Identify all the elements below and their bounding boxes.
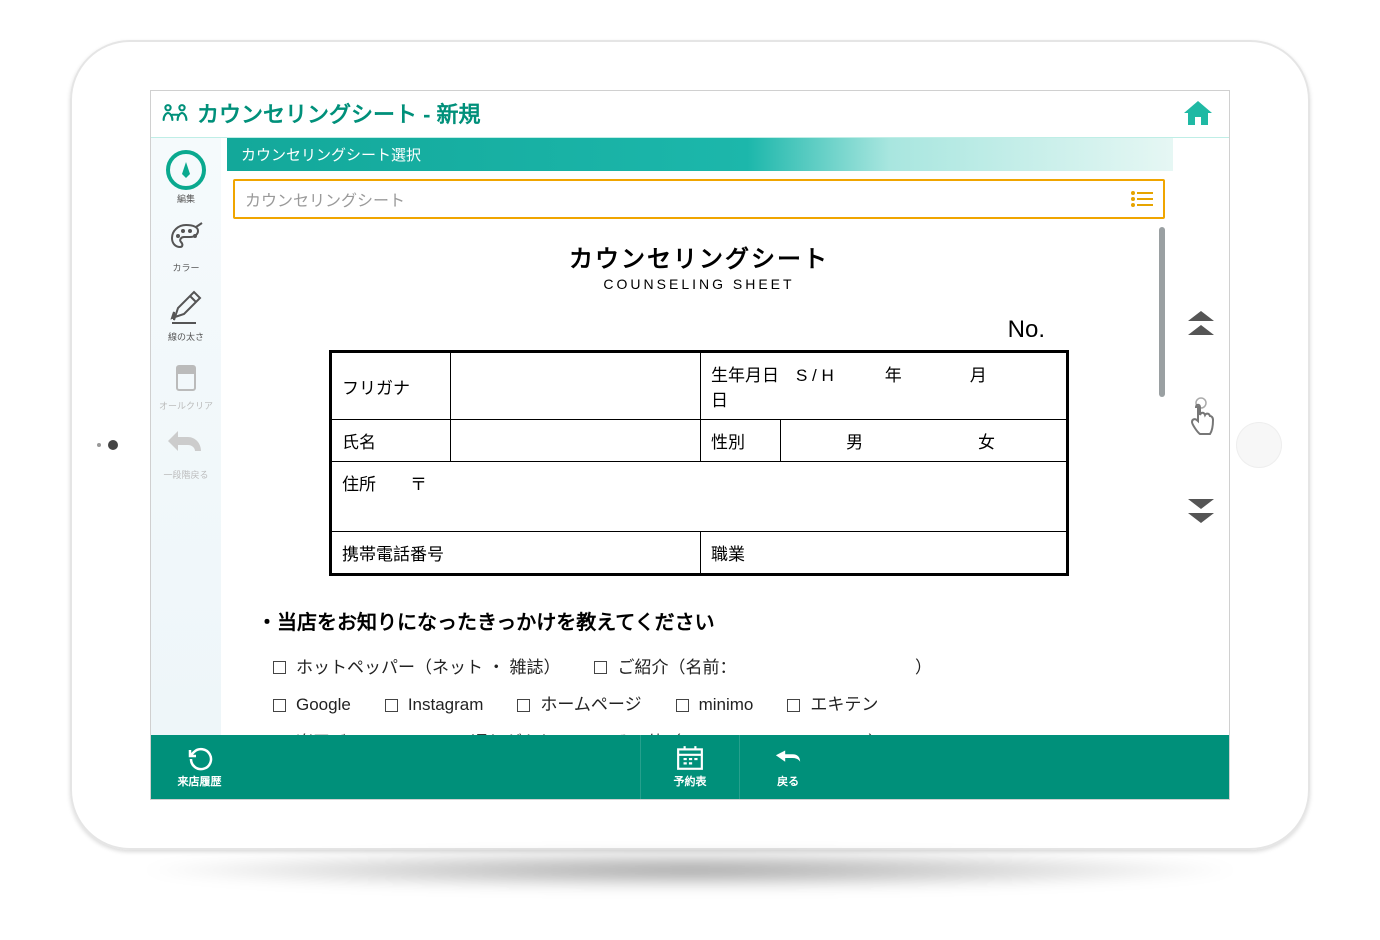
question-1-title: ・当店をお知りになったきっかけを教えてください (257, 606, 1165, 635)
list-icon (1131, 190, 1153, 208)
page-title: カウンセリングシート - 新規 (197, 97, 481, 129)
bottom-calendar[interactable]: 予約表 (640, 735, 738, 799)
bottom-back[interactable]: 戻る (739, 735, 837, 799)
tablet-home-button[interactable] (1236, 422, 1282, 468)
cell-phone[interactable]: 携帯電話番号 (331, 532, 701, 575)
choice-walkby[interactable]: 通りがかり (448, 724, 556, 735)
tool-thickness[interactable]: 線の太さ (151, 284, 221, 349)
bottom-calendar-label: 予約表 (674, 773, 707, 789)
scroll-down-icon[interactable] (1186, 497, 1216, 523)
home-icon[interactable] (1181, 98, 1215, 128)
bottom-back-label: 戻る (777, 773, 799, 789)
choice-referral[interactable]: ご紹介（名前： ） (594, 649, 932, 686)
tablet-frame: カウンセリングシート - 新規 編集 カラー 線の太さ (70, 40, 1310, 850)
sheet-selector-value: カウンセリングシート (245, 187, 405, 211)
gender-female[interactable]: 女 (923, 428, 1050, 453)
scroll-controls (1173, 138, 1229, 735)
choice-instagram[interactable]: Instagram (385, 686, 484, 723)
cell-name-value[interactable] (451, 420, 701, 462)
section-header: カウンセリングシート選択 (227, 138, 1173, 171)
sheet-no-label: No. (233, 316, 1165, 344)
choice-other[interactable]: その他（ ） (590, 724, 885, 735)
choice-homepage[interactable]: ホームページ (517, 686, 641, 723)
undo-icon (168, 431, 204, 461)
question-1-choices: ホットペッパー（ネット ・ 雑誌） ご紹介（名前： ） Google Insta… (233, 649, 1165, 735)
choice-ekiten[interactable]: エキテン (787, 686, 878, 723)
history-icon (186, 745, 214, 771)
tool-undo[interactable]: 一段階戻る (151, 422, 221, 487)
tap-hand-icon[interactable] (1184, 397, 1218, 437)
tool-allclear-label: オールクリア (159, 399, 213, 412)
cell-name-label: 氏名 (331, 420, 451, 462)
choice-rakuten[interactable]: 楽天ビューティ (273, 724, 414, 735)
cell-furigana-label: フリガナ (331, 352, 451, 420)
scroll-up-icon[interactable] (1186, 311, 1216, 337)
counseling-icon (161, 101, 189, 125)
cell-gender-value[interactable]: 男 女 (781, 420, 1068, 462)
cell-birth[interactable]: 生年月日 S / H 年 月 日 (701, 352, 1068, 420)
cell-furigana-value[interactable] (451, 352, 701, 420)
cell-job[interactable]: 職業 (701, 532, 1068, 575)
sheet-selector[interactable]: カウンセリングシート (233, 179, 1165, 219)
tool-undo-label: 一段階戻る (163, 468, 208, 481)
cell-gender-label: 性別 (701, 420, 781, 462)
cell-address[interactable]: 住所 〒 (331, 462, 1068, 532)
gender-male[interactable]: 男 (791, 428, 918, 453)
tool-color[interactable]: カラー (151, 215, 221, 280)
choice-minimo[interactable]: minimo (676, 686, 754, 723)
app-screen: カウンセリングシート - 新規 編集 カラー 線の太さ (150, 90, 1230, 800)
bottom-history[interactable]: 来店履歴 (151, 735, 248, 799)
calendar-icon (676, 745, 704, 771)
choice-hotpepper[interactable]: ホットペッパー（ネット ・ 雑誌） (273, 649, 560, 686)
tool-edit-label: 編集 (177, 192, 195, 205)
tool-allclear[interactable]: オールクリア (151, 353, 221, 418)
back-arrow-icon (774, 745, 802, 771)
left-toolbar: 編集 カラー 線の太さ オールクリア 一段階戻る (151, 138, 221, 735)
customer-info-table: フリガナ 生年月日 S / H 年 月 日 氏名 性別 男 (329, 350, 1069, 576)
sheet-title-ja: カウンセリングシート (233, 239, 1165, 274)
sheet-viewport[interactable]: カウンセリングシート COUNSELING SHEET No. フリガナ 生年月… (233, 225, 1165, 735)
main-content: カウンセリングシート選択 カウンセリングシート カウンセリングシート COUNS… (221, 138, 1173, 735)
palette-icon (166, 219, 206, 259)
pencil-icon (168, 290, 204, 326)
page-title-group: カウンセリングシート - 新規 (161, 97, 481, 129)
tool-color-label: カラー (172, 261, 199, 274)
tablet-camera (108, 440, 118, 450)
sheet-title-en: COUNSELING SHEET (233, 276, 1165, 292)
tool-edit[interactable]: 編集 (151, 146, 221, 211)
bottom-history-label: 来店履歴 (178, 773, 222, 789)
choice-google[interactable]: Google (273, 686, 351, 723)
bottom-bar: 来店履歴 予約表 戻る (151, 735, 1229, 799)
tool-thickness-label: 線の太さ (168, 330, 204, 343)
top-bar: カウンセリングシート - 新規 (151, 91, 1229, 138)
eraser-icon (169, 360, 203, 394)
pen-in-circle-icon (176, 160, 196, 180)
